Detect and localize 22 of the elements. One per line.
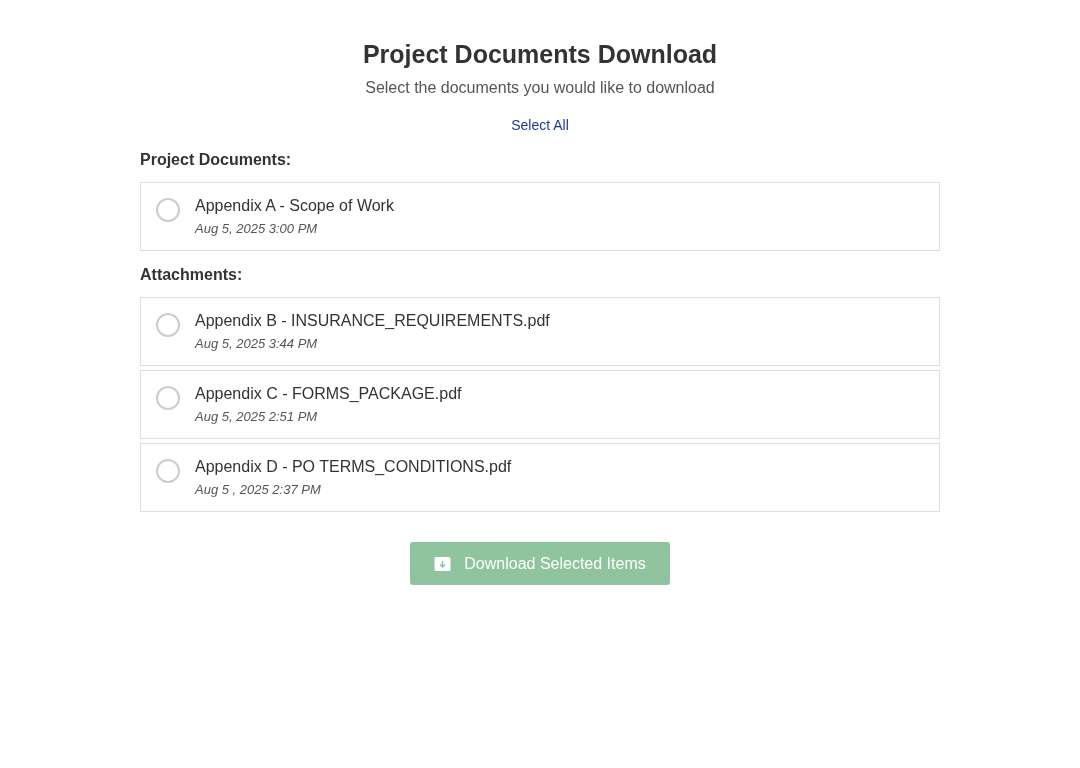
document-row[interactable]: Appendix C - FORMS_PACKAGE.pdf Aug 5, 2025 2:51 PM	[140, 370, 940, 439]
document-date: Aug 5, 2025 3:44 PM	[195, 335, 318, 353]
document-name: Appendix C - FORMS_PACKAGE.pdf	[195, 384, 462, 404]
radio-button[interactable]	[156, 313, 180, 337]
document-row[interactable]: Appendix A - Scope of Work Aug 5, 2025 3:00 PM	[140, 182, 940, 251]
section-heading: Project Documents:	[140, 150, 292, 170]
page-title: Project Documents Download	[362, 39, 718, 70]
select-all-link[interactable]: Select All	[511, 115, 569, 136]
radio-button[interactable]	[156, 386, 180, 410]
document-date: Aug 5, 2025 2:51 PM	[195, 408, 318, 426]
radio-button[interactable]	[156, 198, 180, 222]
document-date: Aug 5 , 2025 2:37 PM	[195, 481, 321, 499]
document-row[interactable]: Appendix D - PO TERMS_CONDITIONS.pdf Aug 5 , 2025 2:37 PM	[140, 443, 940, 512]
page-subtitle: Select the documents you would like to download	[365, 78, 715, 98]
section-heading: Attachments:	[140, 265, 243, 285]
radio-button[interactable]	[156, 459, 180, 483]
document-row[interactable]: Appendix B - INSURANCE_REQUIREMENTS.pdf Aug 5, 2025 3:44 PM	[140, 297, 940, 366]
download-box-icon	[434, 555, 452, 572]
document-date: Aug 5, 2025 3:00 PM	[195, 220, 318, 238]
document-name: Appendix B - INSURANCE_REQUIREMENTS.pdf	[195, 311, 550, 331]
document-name: Appendix D - PO TERMS_CONDITIONS.pdf	[195, 457, 512, 477]
document-name: Appendix A - Scope of Work	[195, 196, 394, 216]
